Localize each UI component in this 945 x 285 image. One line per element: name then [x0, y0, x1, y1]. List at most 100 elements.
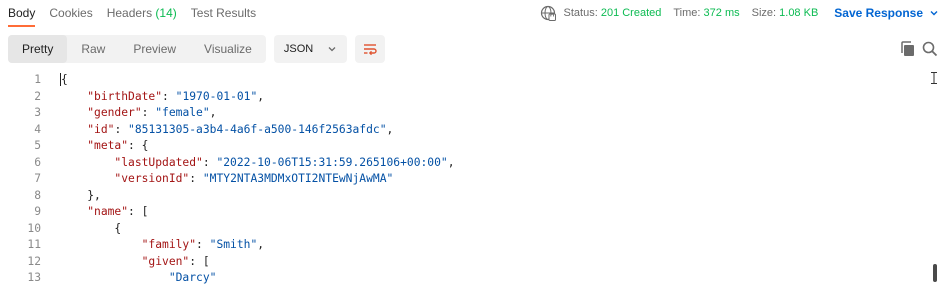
json-key: "gender": [87, 106, 142, 119]
code-text: "lastUpdated": "2022-10-06T15:31:59.2651…: [60, 155, 455, 172]
json-key: "versionId": [114, 172, 190, 185]
status-label: Status:: [563, 7, 598, 19]
json-separator: :: [128, 205, 142, 218]
code-line: 5 "meta": {: [0, 138, 945, 155]
code-line: 12 "given": [: [0, 254, 945, 271]
json-key: "family": [141, 238, 197, 251]
json-string: "Smith": [209, 238, 258, 251]
json-key: "lastUpdated": [114, 155, 203, 169]
code-text: {: [60, 221, 121, 238]
json-punctuation: ,: [257, 238, 265, 251]
raw-button[interactable]: Raw: [67, 35, 119, 63]
code-text: "given": [: [60, 254, 210, 271]
json-punctuation: {: [60, 73, 68, 86]
code-text: "Darcy": [60, 270, 217, 285]
json-separator: :: [141, 106, 156, 119]
globe-icon[interactable]: [540, 5, 556, 21]
code-text: "meta": {: [60, 138, 148, 155]
copy-icon[interactable]: [899, 40, 917, 58]
visualize-button[interactable]: Visualize: [190, 35, 266, 63]
code-text: "versionId": "MTY2NTA3MDMxOTI2NTEwNjAwMA…: [60, 171, 393, 188]
line-number: 6: [34, 155, 41, 169]
json-string: "MTY2NTA3MDMxOTI2NTEwNjAwMA": [202, 172, 394, 185]
code-line: 6 "lastUpdated": "2022-10-06T15:31:59.26…: [0, 155, 945, 172]
tab-headers[interactable]: Headers (14): [107, 1, 177, 25]
code-line: 11 "family": "Smith",: [0, 237, 945, 254]
chevron-down-icon: [328, 47, 336, 52]
json-punctuation: ,: [386, 122, 394, 136]
line-number: 1: [34, 73, 41, 86]
tab-cookies[interactable]: Cookies: [49, 1, 92, 25]
code-line: 1{: [0, 72, 945, 89]
search-icon[interactable]: [921, 40, 939, 58]
pretty-button[interactable]: Pretty: [8, 35, 68, 63]
json-string: "female": [155, 106, 210, 119]
json-separator: :: [202, 155, 217, 169]
code-text: {: [60, 72, 68, 89]
wrap-lines-button[interactable]: [355, 35, 386, 63]
json-punctuation: {: [114, 221, 122, 235]
line-number: 10: [27, 221, 41, 235]
code-line: 4 "id": "85131305-a3b4-4a6f-a500-146f256…: [0, 122, 945, 139]
time-label: Time:: [673, 7, 701, 19]
line-number: 12: [27, 254, 41, 268]
line-number: 2: [34, 89, 41, 103]
json-string: "85131305-a3b4-4a6f-a500-146f2563afdc": [128, 122, 387, 136]
json-string: "1970-01-01": [175, 89, 258, 103]
json-punctuation: ,: [209, 106, 217, 119]
json-punctuation: [: [202, 254, 210, 268]
format-select[interactable]: JSON: [273, 35, 348, 63]
size-value: 1.08 KB: [779, 7, 819, 19]
line-number: 8: [34, 188, 41, 202]
code-line: 9 "name": [: [0, 204, 945, 221]
response-body-editor[interactable]: 1{2 "birthDate": "1970-01-01", 3 "gender"…: [0, 72, 945, 285]
tab-body[interactable]: Body: [8, 1, 36, 27]
json-separator: :: [162, 89, 176, 103]
view-mode-segmented-control: Pretty Raw Preview Visualize: [8, 35, 266, 63]
line-number: 7: [34, 172, 41, 185]
code-text: "family": "Smith",: [60, 237, 264, 254]
response-status-bar: Status: 201 Created Time: 372 ms Size: 1…: [540, 0, 945, 26]
json-key: "birthDate": [87, 89, 163, 103]
json-key: "id": [87, 122, 115, 136]
headers-count-badge: (14): [155, 6, 177, 20]
json-separator: :: [189, 254, 203, 268]
response-size[interactable]: Size: 1.08 KB: [752, 7, 819, 19]
line-number: 9: [34, 205, 41, 218]
json-key: "given": [141, 254, 190, 268]
code-line: 3 "gender": "female",: [0, 105, 945, 122]
json-key: "meta": [87, 139, 129, 152]
code-text: "name": [: [60, 204, 148, 221]
json-string: "2022-10-06T15:31:59.265106+00:00": [216, 155, 448, 169]
line-number: 4: [34, 122, 41, 136]
json-punctuation: },: [87, 188, 101, 202]
line-number: 5: [34, 139, 41, 152]
save-response-label: Save Response: [834, 6, 923, 20]
response-time[interactable]: Time: 372 ms: [673, 7, 739, 19]
json-separator: :: [128, 139, 142, 152]
response-tabs: Body Cookies Headers (14) Test Results: [0, 0, 260, 27]
code-text: "gender": "female",: [60, 105, 216, 122]
tab-test-results[interactable]: Test Results: [191, 1, 256, 25]
format-select-value: JSON: [283, 43, 314, 55]
chevron-down-icon: [930, 11, 938, 16]
json-punctuation: {: [141, 139, 149, 152]
status-value: 201 Created: [600, 7, 662, 19]
preview-button[interactable]: Preview: [119, 35, 190, 63]
status-code[interactable]: Status: 201 Created: [564, 7, 662, 19]
code-line: 2 "birthDate": "1970-01-01",: [0, 89, 945, 106]
code-text: "birthDate": "1970-01-01",: [60, 89, 264, 106]
save-response-button[interactable]: Save Response: [834, 6, 939, 20]
json-separator: :: [189, 172, 203, 185]
json-punctuation: [: [141, 205, 149, 218]
body-toolbar: Pretty Raw Preview Visualize JSON: [8, 35, 386, 63]
wrap-lines-icon: [364, 44, 377, 56]
time-value: 372 ms: [703, 7, 740, 19]
size-label: Size:: [751, 7, 777, 19]
code-text: "id": "85131305-a3b4-4a6f-a500-146f2563a…: [60, 122, 393, 139]
tab-headers-label: Headers: [106, 6, 153, 20]
line-number: 11: [27, 238, 41, 251]
json-punctuation: ,: [447, 155, 455, 169]
json-string: "Darcy": [168, 271, 217, 284]
json-separator: :: [196, 238, 210, 251]
